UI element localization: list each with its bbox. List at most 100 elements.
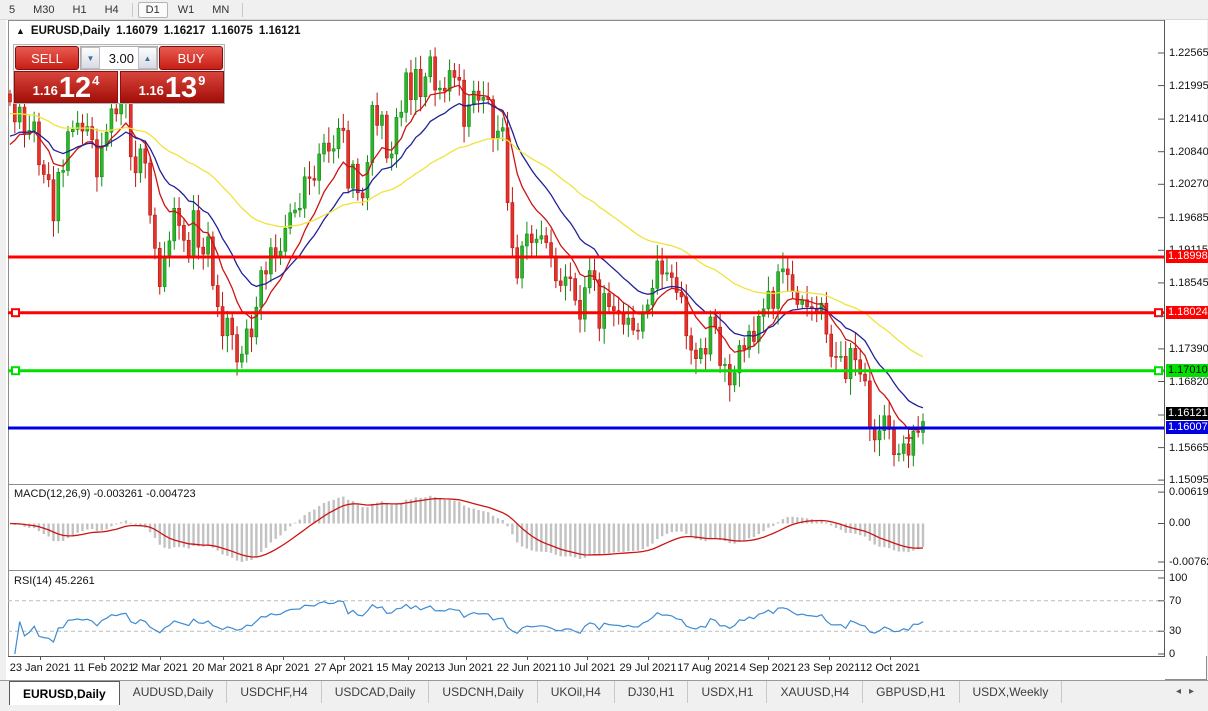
date-tick (283, 657, 284, 660)
ohlc-high: 1.16217 (164, 25, 206, 37)
date-tick (40, 657, 41, 660)
date-tick (708, 657, 709, 660)
ohlc-low: 1.16075 (211, 25, 253, 37)
date-label: 27 Apr 2021 (314, 662, 373, 674)
chart-symbol-label: EURUSD,Daily (31, 25, 110, 37)
sell-button[interactable]: SELL (15, 46, 79, 70)
date-tick (466, 657, 467, 660)
date-label: 12 Oct 2021 (860, 662, 920, 674)
one-click-trading-panel: SELL ▼ 3.00 ▲ BUY 1.16 12 4 1.16 13 9 (13, 44, 225, 104)
date-tick (160, 657, 161, 660)
date-tick (648, 657, 649, 660)
date-tick (587, 657, 588, 660)
price-tick: 1.21995 (1169, 80, 1208, 92)
price-tick: 1.17390 (1169, 343, 1208, 355)
macd-axis-tick: 0.00 (1169, 517, 1190, 529)
price-axis[interactable]: 1.225651.219951.214101.208401.202701.196… (1165, 20, 1207, 656)
level-price-tag: 1.17010 (1166, 364, 1208, 377)
tab-audusd-daily[interactable]: AUDUSD,Daily (120, 681, 228, 703)
chart-tab-bar: EURUSD,Daily AUDUSD,Daily USDCHF,H4 USDC… (0, 680, 1208, 711)
volume-increase-icon[interactable]: ▲ (138, 47, 157, 69)
tab-usdx-weekly[interactable]: USDX,Weekly (960, 681, 1063, 703)
ohlc-close: 1.16121 (259, 25, 301, 37)
price-tick: 1.21410 (1169, 113, 1208, 125)
tab-gbpusd-h1[interactable]: GBPUSD,H1 (863, 681, 959, 703)
rsi-axis-tick: 70 (1169, 595, 1181, 607)
date-tick (104, 657, 105, 660)
date-label: 8 Apr 2021 (256, 662, 309, 674)
tab-usdx-h1[interactable]: USDX,H1 (688, 681, 767, 703)
date-label: 11 Feb 2021 (74, 662, 135, 674)
date-label: 20 Mar 2021 (192, 662, 254, 674)
volume-decrease-icon[interactable]: ▼ (81, 47, 100, 69)
chart-canvas[interactable] (8, 20, 1165, 679)
level-price-tag: 1.16007 (1166, 421, 1208, 434)
price-tick: 1.18545 (1169, 277, 1208, 289)
date-tick (408, 657, 409, 660)
price-tick: 1.16820 (1169, 376, 1208, 388)
level-price-tag: 1.18024 (1166, 306, 1208, 319)
buy-price-prefix: 1.16 (139, 83, 164, 98)
rsi-axis-tick: 30 (1169, 625, 1181, 637)
tab-dj30-h1[interactable]: DJ30,H1 (615, 681, 689, 703)
timeframe-mn-button[interactable]: MN (204, 2, 237, 18)
timeframe-d1-button[interactable]: D1 (138, 2, 168, 18)
volume-stepper: ▼ 3.00 ▲ (80, 46, 158, 70)
sell-price[interactable]: 1.16 12 4 (14, 71, 118, 103)
timeframe-h1-button[interactable]: H1 (65, 2, 95, 18)
sell-price-big: 12 (59, 75, 91, 101)
date-tick (890, 657, 891, 660)
ohlc-open: 1.16079 (116, 25, 158, 37)
price-tick: 1.15665 (1169, 442, 1208, 454)
tab-xauusd-h4[interactable]: XAUUSD,H4 (767, 681, 863, 703)
chart-title: ▲ EURUSD,Daily 1.16079 1.16217 1.16075 1… (16, 25, 300, 37)
macd-label: MACD(12,26,9) -0.003261 -0.004723 (14, 488, 196, 500)
tab-ukoil-h4[interactable]: UKOil,H4 (538, 681, 615, 703)
date-label: 2 Mar 2021 (132, 662, 188, 674)
macd-axis-tick: 0.006193 (1169, 486, 1208, 498)
date-label: 10 Jul 2021 (559, 662, 616, 674)
sell-price-prefix: 1.16 (33, 83, 58, 98)
timeframe-toolbar: 5 M30 H1 H4 D1 W1 MN (0, 0, 1208, 20)
date-tick (223, 657, 224, 660)
tab-scroll-left-icon: ◂ (1176, 686, 1189, 697)
date-label: 23 Sep 2021 (798, 662, 860, 674)
tab-eurusd-daily[interactable]: EURUSD,Daily (9, 681, 120, 705)
time-axis[interactable]: 23 Jan 202111 Feb 20212 Mar 2021 20 Mar 2… (8, 656, 1165, 680)
toolbar-separator (242, 3, 243, 17)
date-tick (527, 657, 528, 660)
current-price-tag: 1.16121 (1166, 407, 1208, 420)
timeframe-h4-button[interactable]: H4 (97, 2, 127, 18)
rsi-label: RSI(14) 45.2261 (14, 575, 95, 587)
price-chart[interactable] (8, 20, 1165, 679)
buy-price[interactable]: 1.16 13 9 (120, 71, 224, 103)
macd-axis-tick: -0.007621 (1169, 556, 1208, 568)
timeframe-w1-button[interactable]: W1 (170, 2, 203, 18)
tab-usdcnh-daily[interactable]: USDCNH,Daily (429, 681, 537, 703)
sell-price-sup: 4 (92, 73, 99, 88)
tab-usdchf-h4[interactable]: USDCHF,H4 (227, 681, 321, 703)
chart-collapse-icon[interactable]: ▲ (16, 26, 25, 36)
date-label: 22 Jun 2021 (497, 662, 558, 674)
date-tick (768, 657, 769, 660)
rsi-axis-tick: 100 (1169, 572, 1187, 584)
date-label: 4 Sep 2021 (740, 662, 796, 674)
timeframe-m5-button[interactable]: 5 (1, 2, 23, 18)
price-tick: 1.15095 (1169, 474, 1208, 486)
rsi-axis-tick: 0 (1169, 648, 1175, 660)
volume-input[interactable]: 3.00 (100, 47, 138, 69)
price-tick: 1.20270 (1169, 178, 1208, 190)
tab-usdcad-daily[interactable]: USDCAD,Daily (322, 681, 430, 703)
date-label: 23 Jan 2021 (10, 662, 71, 674)
date-label: 29 Jul 2021 (620, 662, 677, 674)
price-tick: 1.19685 (1169, 212, 1208, 224)
buy-price-big: 13 (165, 75, 197, 101)
buy-button[interactable]: BUY (159, 46, 223, 70)
date-tick (344, 657, 345, 660)
timeframe-m30-button[interactable]: M30 (25, 2, 62, 18)
date-label: 17 Aug 2021 (677, 662, 739, 674)
price-tick: 1.22565 (1169, 47, 1208, 59)
date-label: 15 May 2021 (376, 662, 440, 674)
date-tick (829, 657, 830, 660)
tab-scroll-arrows[interactable]: ◂▸ (1176, 686, 1202, 697)
